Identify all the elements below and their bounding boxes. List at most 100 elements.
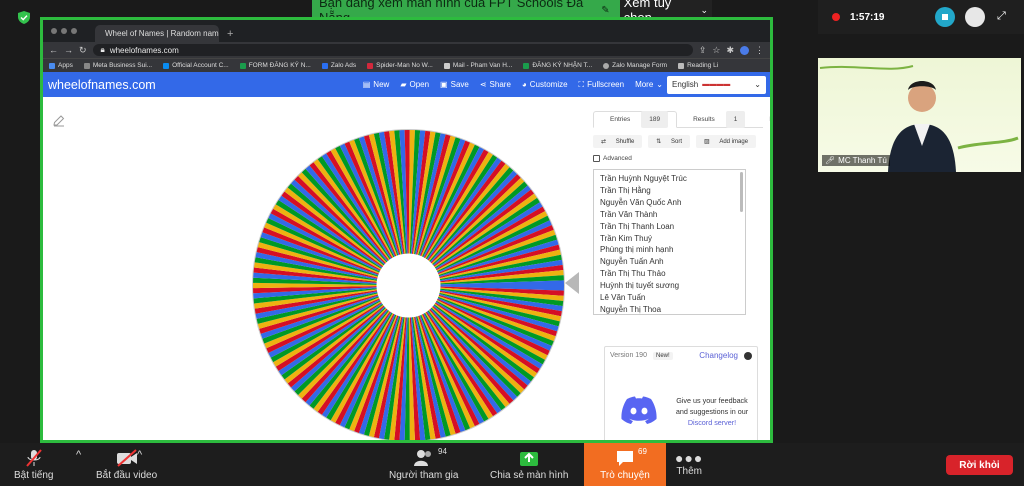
lock-icon: 🔒︎ — [100, 45, 105, 54]
shuffle-icon: ⇄ — [597, 136, 611, 148]
language-select[interactable]: English ▬▬▬▬ ⌄ — [667, 75, 766, 94]
chat-count: 69 — [638, 447, 647, 456]
tab-hide[interactable]: Hide — [753, 111, 770, 128]
advanced-checkbox[interactable]: Advanced — [593, 155, 763, 162]
mic-muted-icon[interactable] — [965, 7, 985, 27]
menu-label: New — [373, 80, 390, 89]
window-controls[interactable] — [51, 28, 77, 34]
share-screen-button[interactable]: Chia sẻ màn hình — [490, 449, 568, 481]
shuffle-button[interactable]: ⇄ Shuffle — [593, 135, 643, 148]
security-shield-icon[interactable] — [18, 11, 30, 24]
chevron-down-icon: ⌄ — [754, 80, 761, 89]
more-button[interactable]: ●●● Thêm — [675, 451, 703, 477]
bookmark-reading-list[interactable]: Reading Li — [678, 62, 718, 69]
more-button[interactable]: More ⌄ — [635, 80, 663, 89]
reading-list-icon — [678, 62, 685, 69]
sort-button[interactable]: ⇅ Sort — [648, 135, 690, 148]
meta-icon — [83, 62, 90, 69]
mic-muted-icon — [25, 449, 42, 467]
back-icon[interactable]: ← — [49, 45, 58, 55]
tab-label: Entries — [610, 115, 631, 123]
flags-icon: ▬▬▬▬ — [702, 81, 731, 88]
share-icon: ⋖ — [479, 80, 487, 89]
browser-menu-icon[interactable]: ⋮ — [755, 45, 764, 56]
version-label: Version 190 — [610, 352, 647, 359]
mic-muted-icon: 🎤︎ — [825, 156, 836, 165]
expand-window-icon[interactable]: ⤢ — [997, 10, 1006, 23]
customize-button[interactable]: ◕ Customize — [522, 80, 568, 89]
url-input[interactable]: 🔒︎ wheelofnames.com — [92, 44, 693, 56]
mute-options-chevron-icon[interactable]: ^ — [76, 449, 81, 461]
toolbar-label: Trò chuyện — [600, 469, 650, 481]
menu-label: More — [635, 80, 654, 89]
bookmark-zalo-ads[interactable]: Zalo Ads — [321, 62, 357, 69]
expand-icon[interactable] — [744, 351, 752, 360]
entry-tools: ⇄ Shuffle ⇅ Sort ▨ Add image — [593, 135, 763, 148]
add-image-button[interactable]: ▨ Add image — [696, 135, 757, 148]
bookmark-label: Spider-Man No W... — [376, 62, 433, 69]
bookmark-official-account[interactable]: Official Account C... — [163, 62, 229, 69]
toolbar-label: Thêm — [676, 466, 702, 477]
bookmark-meta[interactable]: Meta Business Sui... — [83, 62, 152, 69]
folder-icon: ▰ — [400, 80, 407, 89]
tab-results[interactable]: Results 1 — [677, 110, 753, 128]
entries-count: 189 — [641, 110, 669, 128]
edit-title-icon[interactable] — [53, 115, 65, 127]
new-tab-icon[interactable]: + — [227, 28, 233, 40]
browser-tab[interactable]: Wheel of Names | Random nam × — [95, 25, 219, 42]
participants-icon — [413, 450, 431, 466]
discord-link[interactable]: Discord server! — [668, 417, 756, 428]
bookmark-apps[interactable]: Apps — [49, 62, 73, 69]
reload-icon[interactable]: ↻ — [79, 45, 87, 56]
browser-tab-strip: Wheel of Names | Random nam × + — [43, 20, 770, 42]
chat-button[interactable]: Trò chuyện — [584, 443, 666, 486]
results-count: 1 — [725, 110, 746, 128]
share-button[interactable]: ⋖ Share — [480, 80, 511, 89]
pin-icon[interactable]: ✎ — [601, 5, 609, 16]
tab-entries[interactable]: Entries 189 — [593, 110, 678, 128]
checkbox-icon — [593, 155, 600, 162]
save-button[interactable]: ▣ Save — [440, 80, 469, 89]
star-icon[interactable]: ☆ — [712, 45, 720, 56]
stop-recording-button[interactable] — [935, 7, 955, 27]
tool-label: Shuffle — [611, 136, 639, 148]
open-button[interactable]: ▰ Open — [400, 80, 429, 89]
bookmark-mail[interactable]: Mail - Pham Van H... — [443, 62, 512, 69]
fullscreen-button[interactable]: ⛶ Fullscreen — [579, 80, 625, 90]
extensions-icon[interactable]: ✱ — [726, 45, 734, 56]
entry-item: Nguyễn Thị Thoa — [600, 304, 662, 314]
bookmark-label: Apps — [58, 62, 73, 69]
participant-video[interactable]: 🎤︎ MC Thanh Tú — [818, 58, 1021, 172]
site-logo[interactable]: wheelofnames.com — [48, 78, 363, 92]
bookmark-dang-ky[interactable]: ĐĂNG KÝ NHẬN T... — [523, 62, 592, 69]
new-button[interactable]: ▤ New — [363, 80, 390, 89]
entries-scrollbar[interactable] — [740, 172, 743, 212]
start-video-button[interactable]: Bắt đầu video — [96, 449, 157, 481]
bookmark-label: Zalo Ads — [330, 62, 357, 69]
bookmark-spiderman[interactable]: Spider-Man No W... — [367, 62, 433, 69]
discord-logo-icon[interactable] — [620, 395, 658, 425]
unmute-button[interactable]: Bật tiếng — [14, 449, 53, 481]
shared-screen: Wheel of Names | Random nam × + ← → ↻ 🔒︎… — [40, 17, 773, 443]
entry-item: Trần Thị Thanh Loan — [600, 221, 675, 231]
leave-meeting-button[interactable]: Rời khỏi — [946, 455, 1013, 475]
changelog-link[interactable]: Changelog — [699, 351, 738, 360]
zalo-icon — [163, 62, 170, 69]
share-page-icon[interactable]: ⇪ — [699, 45, 707, 56]
forward-icon[interactable]: → — [64, 45, 73, 55]
name-wheel[interactable] — [251, 128, 566, 443]
video-options-chevron-icon[interactable]: ^ — [137, 449, 142, 461]
bookmark-form[interactable]: FORM ĐĂNG KÝ N... — [239, 62, 311, 69]
apps-grid-icon — [49, 62, 55, 69]
entries-textarea[interactable]: Trần Huỳnh Nguyệt Trúc Trần Thị Hằng Ngu… — [593, 169, 746, 315]
participants-button[interactable]: Người tham gia — [389, 449, 458, 481]
profile-avatar[interactable] — [740, 45, 749, 55]
entry-item: Phùng thị minh hạnh — [600, 245, 674, 255]
new-file-icon: ▤ — [362, 80, 371, 89]
bookmarks-bar: Apps Meta Business Sui... Official Accou… — [43, 58, 770, 72]
bookmark-zalo-manage[interactable]: Zalo Manage Form — [603, 62, 667, 69]
feedback-line: Give us your feedback — [676, 396, 748, 405]
leave-label: Rời khỏi — [959, 459, 1000, 471]
wheel-center[interactable] — [376, 253, 441, 318]
feedback-line: and suggestions in our — [675, 407, 749, 416]
